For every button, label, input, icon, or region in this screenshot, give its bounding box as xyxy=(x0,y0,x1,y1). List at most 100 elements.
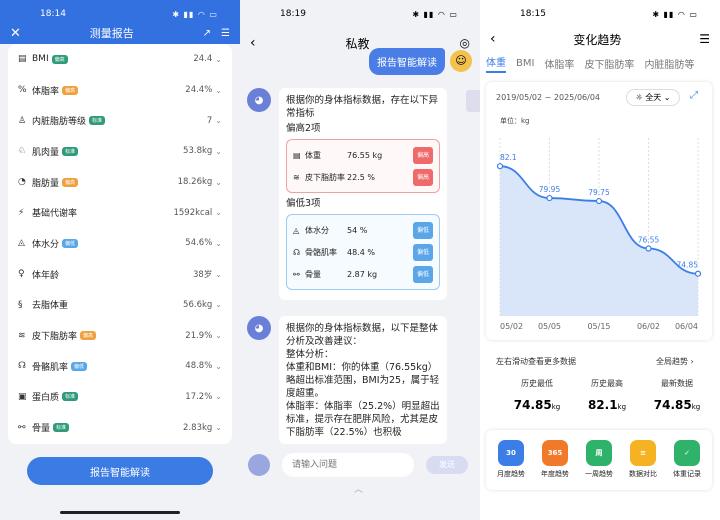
chevron-down-icon: ⌄ xyxy=(215,54,222,64)
time-filter-label: 全天 xyxy=(645,93,662,102)
trend-screen: 18:15 ✱ ▮▮ ◠ ▭ ‹ 变化趋势 ☰ 体重 BMI 体脂率 皮下脂肪率 内脏脂… xyxy=(480,0,720,520)
chevron-down-icon: ⌄ xyxy=(215,300,222,310)
question-input[interactable] xyxy=(282,453,414,477)
metric-row[interactable]: ☊ 骨骼肌率 偏低 48.8% ⌄ xyxy=(8,351,232,382)
metric-row[interactable]: ▤ BMI 偏高 24.4 ⌄ xyxy=(8,44,232,75)
quick-action[interactable]: 365 年度趋势 xyxy=(535,440,575,479)
user-message: 报告智能解读 xyxy=(369,48,445,75)
metric-value: 21.9% xyxy=(185,330,213,341)
menu-icon[interactable]: ☰ xyxy=(699,32,710,46)
stat-unit: kg xyxy=(551,403,561,411)
metric-row[interactable]: ◬ 体水分 偏低 54.6% ⌄ xyxy=(8,228,232,259)
bot-avatar-small xyxy=(248,454,270,476)
metric-icon: ▤ xyxy=(18,54,27,65)
metric-row[interactable]: ♘ 肌肉量 标准 53.8kg ⌄ xyxy=(8,136,232,167)
x-tick-label: 06/02 xyxy=(637,322,660,331)
status-time: 18:15 xyxy=(520,9,546,19)
chevron-down-icon: ⌄ xyxy=(215,85,222,95)
quick-action[interactable]: ≡ 数据对比 xyxy=(623,440,663,479)
quick-action-icon: ≡ xyxy=(630,440,656,466)
data-point[interactable] xyxy=(595,197,603,205)
quick-action-label: 月度趋势 xyxy=(497,470,525,478)
status-badge: 标准 xyxy=(53,423,70,433)
coach-chat-screen: 18:19 ✱ ▮▮ ◠ ▭ ‹ 私教 ◎ 报告智能解读 ☺ ◕ 根据你的身体指… xyxy=(240,0,480,520)
tab-4[interactable]: 内脏脂肪等 xyxy=(644,56,694,71)
global-trend-label: 全局趋势 xyxy=(656,357,688,366)
status-icons: ✱ ▮▮ ◠ ▭ xyxy=(652,9,698,19)
weight-trend-chart[interactable]: 05/02 05/05 05/15 06/02 06/04 82.1 79.95 79.75 7… xyxy=(492,120,706,340)
indicator-value: 48.4 % xyxy=(347,247,375,257)
side-thumbnail[interactable] xyxy=(466,90,480,112)
tab-2[interactable]: 体脂率 xyxy=(544,56,574,71)
metric-row[interactable]: ⚡ 基础代谢率 1592kcal ⌄ xyxy=(8,197,232,228)
chevron-down-icon: ⌄ xyxy=(215,208,222,218)
metric-row[interactable]: § 去脂体重 56.6kg ⌄ xyxy=(8,290,232,321)
status-badge: 标准 xyxy=(89,116,106,126)
tab-0[interactable]: 体重 xyxy=(486,54,506,73)
tab-1[interactable]: BMI xyxy=(516,58,534,69)
tab-3[interactable]: 皮下脂肪率 xyxy=(584,56,634,71)
status-bar: 18:14 ✱ ▮▮ ◠ ▭ xyxy=(0,0,240,28)
close-icon[interactable]: ✕ xyxy=(10,26,21,41)
indicator-tag: 偏高 xyxy=(412,168,433,186)
indicator-row: ◬ 体水分 54 % 偏低 xyxy=(293,219,433,241)
metric-value: 17.2% xyxy=(185,391,213,402)
smart-interpretation-button[interactable]: 报告智能解读 xyxy=(27,457,213,485)
indicator-name: 体水分 xyxy=(305,225,329,235)
chevron-down-icon: ⌄ xyxy=(215,331,222,341)
metric-row[interactable]: ≋ 皮下脂肪率 偏高 21.9% ⌄ xyxy=(8,320,232,351)
settings-icon[interactable]: ◎ xyxy=(460,36,470,50)
status-badge: 偏高 xyxy=(51,54,68,64)
page-title: 私教 xyxy=(345,36,370,51)
stat-unit: kg xyxy=(617,403,627,411)
metric-icon: ▣ xyxy=(18,391,27,402)
sun-icon: ☼ xyxy=(635,93,643,102)
indicator-value: 22.5 % xyxy=(347,172,375,182)
metric-row[interactable]: ◔ 脂肪量 偏高 18.26kg ⌄ xyxy=(8,167,232,198)
indicator-tag: 偏低 xyxy=(412,265,433,283)
data-label: 79.75 xyxy=(588,188,610,197)
indicator-value: 54 % xyxy=(347,225,368,235)
metric-value: 1592kcal xyxy=(173,207,213,218)
data-point[interactable] xyxy=(496,163,504,170)
metric-name: 骨骼肌率 xyxy=(32,362,69,373)
expand-icon[interactable]: ⤢ xyxy=(690,90,698,101)
metric-icon: ◬ xyxy=(18,238,25,249)
user-avatar: ☺ xyxy=(450,50,472,72)
metric-name: 体年龄 xyxy=(32,270,60,281)
metric-icon: § xyxy=(18,299,23,310)
status-bar: 18:15 ✱ ▮▮ ◠ ▭ xyxy=(480,0,720,28)
quick-action[interactable]: 周 一周趋势 xyxy=(579,440,619,479)
indicator-icon: ≋ xyxy=(293,172,300,182)
quick-action-icon: 周 xyxy=(586,440,612,466)
back-icon[interactable]: ‹ xyxy=(490,31,496,47)
indicator-name: 骨量 xyxy=(305,269,321,279)
home-indicator xyxy=(60,511,180,514)
metric-row[interactable]: ♀ 体年龄 38岁 ⌄ xyxy=(8,259,232,290)
stat-item: 历史最高 82.1kg xyxy=(572,378,642,413)
indicator-tag: 偏低 xyxy=(412,221,433,239)
menu-icon[interactable]: ☰ xyxy=(221,28,230,39)
metric-row[interactable]: ▣ 蛋白质 标准 17.2% ⌄ xyxy=(8,382,232,413)
share-icon[interactable]: ↗ xyxy=(203,28,211,39)
data-point[interactable] xyxy=(645,245,652,252)
data-point[interactable] xyxy=(546,194,553,202)
metric-name: 去脂体重 xyxy=(32,301,69,312)
quick-action[interactable]: 30 月度趋势 xyxy=(491,440,531,479)
data-point[interactable] xyxy=(694,270,702,277)
metric-name: 基础代谢率 xyxy=(32,209,78,220)
metric-row[interactable]: ♙ 内脏脂肪等级 标准 7 ⌄ xyxy=(8,105,232,136)
time-filter[interactable]: ☼ 全天 ⌄ xyxy=(626,89,680,106)
stat-value: 74.85 xyxy=(513,398,552,412)
metric-name: 内脏脂肪等级 xyxy=(32,117,87,128)
chevron-up-icon[interactable]: ︿ xyxy=(354,482,363,495)
metric-row[interactable]: ⚯ 骨量 标准 2.83kg ⌄ xyxy=(8,412,232,443)
global-trend-link[interactable]: 全局趋势 › xyxy=(656,356,694,367)
send-button[interactable]: 发送 xyxy=(426,456,468,474)
indicator-icon: ☊ xyxy=(293,247,301,257)
metric-row[interactable]: % 体脂率 偏高 24.4% ⌄ xyxy=(8,75,232,106)
back-icon[interactable]: ‹ xyxy=(250,35,256,51)
indicator-name: 骨骼肌率 xyxy=(305,247,337,257)
status-badge: 偏高 xyxy=(62,177,79,187)
quick-action[interactable]: ✓ 体重记录 xyxy=(667,440,707,479)
